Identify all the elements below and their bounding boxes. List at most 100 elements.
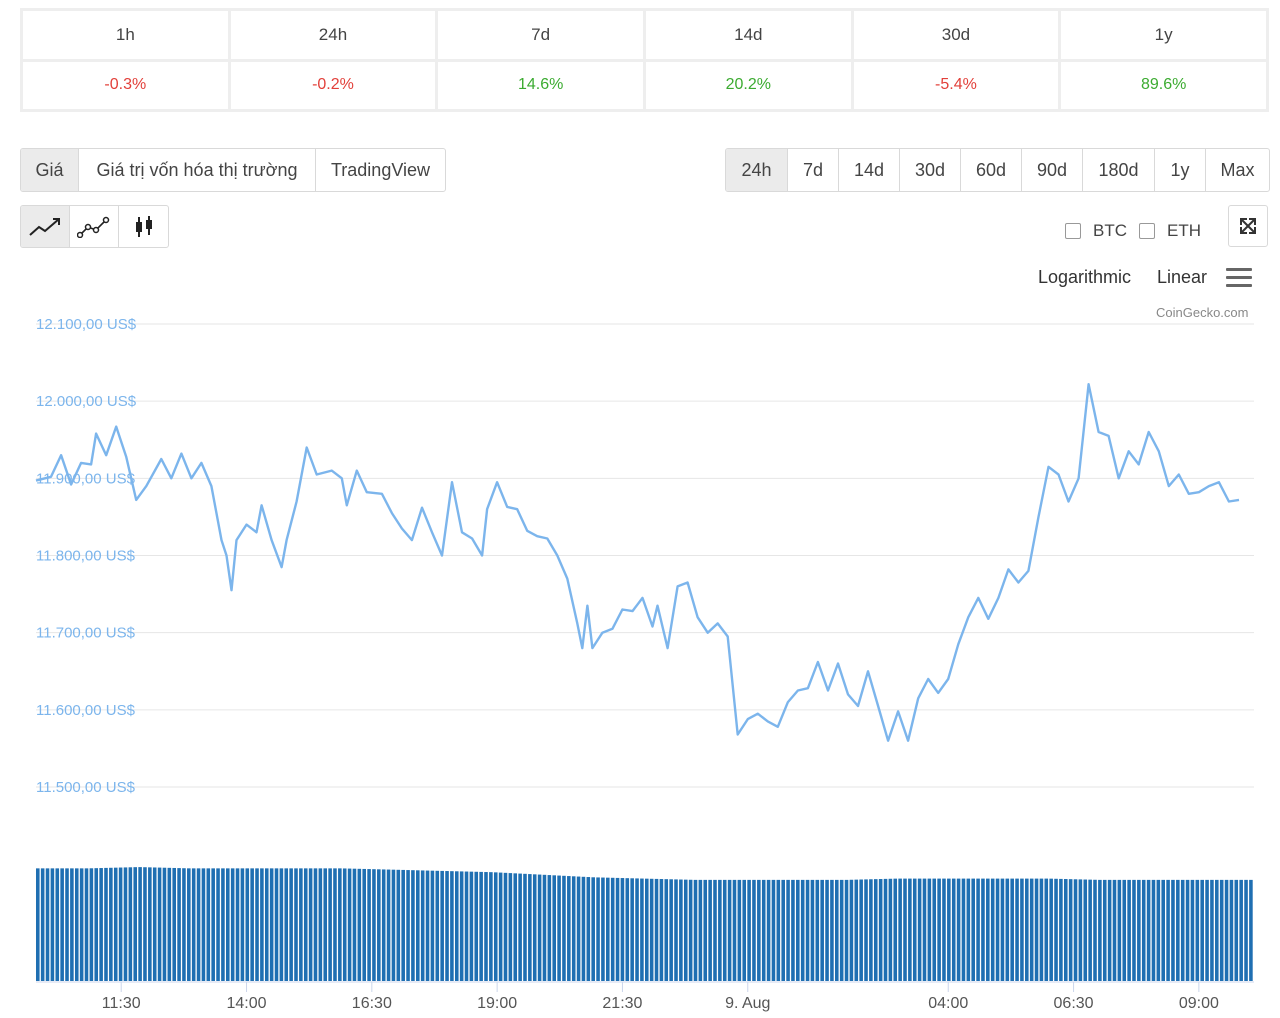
- volume-bar: [367, 869, 371, 981]
- y-tick-label: 12.000,00 US$: [36, 393, 137, 410]
- y-tick-label: 11.800,00 US$: [36, 548, 136, 565]
- volume-bar: [65, 868, 69, 981]
- volume-bar: [396, 869, 401, 981]
- volume-bar: [674, 879, 678, 981]
- volume-bar: [849, 879, 854, 981]
- x-tick-label: 21:30: [602, 995, 642, 1012]
- volume-bar: [898, 878, 902, 981]
- volume-bar: [318, 868, 323, 981]
- volume-bar: [1171, 879, 1175, 981]
- volume-bar: [1151, 879, 1156, 981]
- volume-bar: [289, 868, 293, 981]
- volume-bar: [893, 878, 898, 981]
- volume-bar: [630, 878, 634, 981]
- volume-bar: [1244, 879, 1248, 981]
- volume-bar: [347, 868, 352, 981]
- volume-bar: [990, 878, 995, 981]
- volume-bar: [357, 868, 362, 981]
- volume-bar: [995, 878, 1000, 981]
- price-chart: 11.500,00 US$ 11.600,00 US$ 11.700,00 US$ 1…: [35, 316, 1254, 1012]
- volume-bar: [1117, 879, 1122, 981]
- volume-bar: [917, 878, 922, 981]
- volume-bar: [152, 867, 157, 981]
- volume-bar: [1219, 879, 1224, 981]
- volume-bar: [1127, 879, 1131, 981]
- x-tick-label: 14:00: [226, 995, 266, 1012]
- volume-bar: [791, 879, 795, 981]
- volume-bar: [260, 868, 264, 981]
- volume-bar: [1063, 879, 1068, 981]
- volume-bar: [805, 879, 810, 981]
- volume-bar: [956, 878, 961, 981]
- volume-bar: [1029, 878, 1034, 981]
- volume-bar: [40, 868, 45, 981]
- volume-bar: [70, 868, 74, 981]
- volume-bar: [722, 879, 727, 981]
- volume-bar: [167, 867, 172, 981]
- volume-bar: [250, 868, 254, 981]
- volume-bar: [1044, 878, 1049, 981]
- x-tick-label: 04:00: [928, 995, 968, 1012]
- volume-bar: [1141, 879, 1146, 981]
- volume-bar: [752, 879, 756, 981]
- volume-bar: [479, 871, 483, 981]
- volume-bar: [264, 868, 269, 981]
- volume-bar: [1249, 879, 1253, 981]
- volume-bar: [591, 877, 595, 981]
- volume-bar: [757, 879, 761, 981]
- volume-bar: [123, 867, 128, 981]
- volume-bar: [786, 879, 790, 981]
- volume-bar: [381, 869, 386, 981]
- volume-bar: [620, 878, 625, 981]
- volume-bar: [333, 868, 337, 981]
- volume-bar: [377, 869, 381, 981]
- volume-bar: [737, 879, 742, 981]
- volume-bar: [771, 879, 776, 981]
- x-tick-label: 06:30: [1054, 995, 1094, 1012]
- volume-bar: [649, 878, 654, 981]
- volume-bar: [903, 878, 907, 981]
- volume-bar: [654, 878, 659, 981]
- volume-bar: [635, 878, 639, 981]
- volume-bar: [1146, 879, 1151, 981]
- volume-bar: [844, 879, 849, 981]
- volume-bar: [191, 868, 196, 981]
- volume-bar: [1034, 878, 1039, 981]
- volume-bar: [279, 868, 284, 981]
- volume-bar: [947, 878, 951, 981]
- price-line[interactable]: [35, 383, 1240, 742]
- volume-bar: [825, 879, 829, 981]
- y-tick-label: 11.500,00 US$: [36, 779, 136, 796]
- x-tick-label: 11:30: [102, 995, 141, 1012]
- volume-bar: [1161, 879, 1165, 981]
- volume-bar: [1234, 879, 1239, 981]
- volume-bar: [986, 878, 990, 981]
- volume-bar: [1176, 879, 1180, 981]
- volume-bar: [800, 879, 805, 981]
- volume-bar: [513, 873, 518, 981]
- volume-bar: [576, 876, 581, 981]
- volume-bar: [942, 878, 946, 981]
- volume-bar: [60, 868, 64, 981]
- volume-bar: [338, 868, 342, 981]
- volume-bar: [1200, 879, 1204, 981]
- volume-bar: [1005, 878, 1010, 981]
- volume-bar: [206, 868, 211, 981]
- volume-bar: [742, 879, 747, 981]
- volume-bar: [342, 868, 347, 981]
- volume-bar: [352, 868, 357, 981]
- volume-bar: [474, 871, 479, 981]
- volume-bar: [128, 867, 133, 981]
- x-tick-label: 9. Aug: [725, 995, 770, 1012]
- volume-bar: [718, 879, 722, 981]
- volume-bar: [727, 879, 732, 981]
- volume-bar: [1025, 878, 1029, 981]
- volume-bar: [523, 873, 527, 981]
- volume-bar: [1015, 878, 1019, 981]
- volume-bar: [586, 877, 591, 981]
- volume-bar: [445, 871, 449, 981]
- volume-bar: [162, 867, 167, 981]
- volume-bar: [747, 879, 751, 981]
- volume-bar: [937, 878, 941, 981]
- volume-bar: [596, 877, 600, 981]
